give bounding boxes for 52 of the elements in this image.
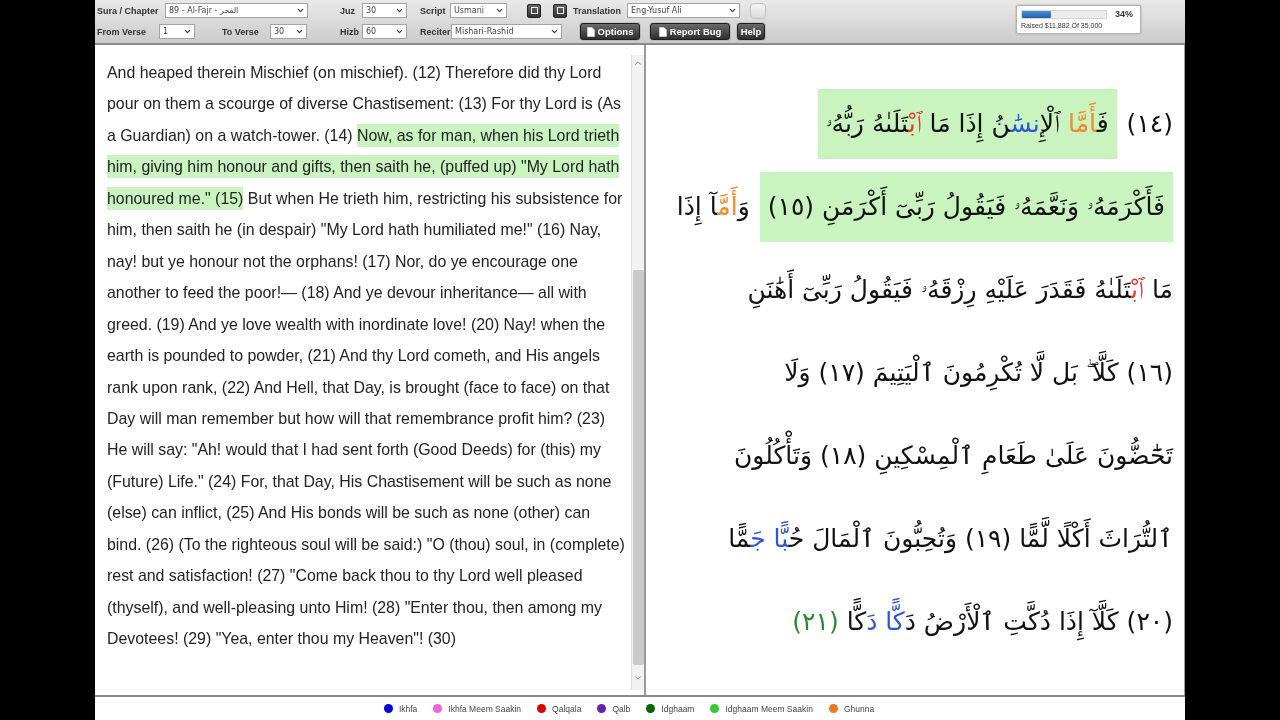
square-icon [556,7,564,14]
arabic-verse-line: تَحَٰٓضُّونَ عَلَىٰ طَعَامِ ٱلْمِسْكِينِ (١٨) وَتَأْكُلُونَ [733,421,1173,491]
toolbar-button[interactable]: Help [737,23,765,40]
legend-label: Ghunna [843,703,875,714]
field-label: Script [420,5,446,16]
field-label: From Verse [97,26,147,37]
toolbar-button[interactable]: Options [580,23,640,40]
toolbar-button[interactable]: Report Bug [650,23,730,40]
document-icon [658,26,667,37]
scrollbar-track[interactable] [631,55,644,690]
chevron-down-icon [395,27,404,36]
legend-label: Idghaam Meem Saakin [725,703,813,714]
legend-label: Qalb [612,703,631,714]
arabic-verse-line: (١٤) فَأَمَّا ٱلْإِنسَٰنُ إِذَا مَا ٱبْتَلَىٰهُ رَبُّهُۥ [817,89,1173,159]
dropdown[interactable]: 30 [270,24,307,39]
toolbar-button[interactable] [553,3,567,18]
field-label: Translation [573,5,621,16]
arabic-verse-line: فَأَكْرَمَهُۥ وَنَعَّمَهُۥ فَيَقُولُ رَبِّىٓ أَكْرَمَنِ (١٥) وَأَمَّآ إِذَا [676,172,1173,242]
legend-label: Ikhfa Meem Saakin [448,703,522,714]
scrollbar-thumb[interactable] [632,270,644,665]
toolbar-button[interactable] [527,3,541,18]
dropdown[interactable]: Mishari-Rashid [451,24,562,39]
dropdown[interactable]: 60 [362,24,407,39]
arabic-verse-line: ٱلتُّرَاثَ أَكْلًا لَّمًّا (١٩) وَتُحِبُّونَ ٱلْمَالَ حُبًّا جَمًّا [728,504,1173,574]
chevron-down-icon [395,6,404,15]
square-icon [530,7,538,14]
field-label: Sura / Chapter [97,5,159,16]
field-label: Reciter [420,26,451,37]
progress-percent: 34% [1115,9,1133,19]
chevron-down-icon [183,27,192,36]
document-icon [586,26,595,37]
arabic-verse-line: مَا ٱبْتَلَىٰهُ فَقَدَرَ عَلَيْهِ رِزْقَهُۥ فَيَقُولُ رَبِّىٓ أَهَٰنَنِ [747,255,1173,325]
legend-label: Qalqala [552,703,582,714]
field-label: Hizb [340,26,359,37]
dropdown[interactable]: 30 [362,3,407,18]
chevron-down-icon [296,6,305,15]
arabic-verse-line: (٢٠) كَلَّآ إِذَا دُكَّتِ ٱلْأَرْضُ دَكًّا دَكًّا (٢١) [792,587,1173,657]
chevron-down-icon [495,6,504,15]
field-label: Juz [340,5,355,16]
arabic-verse-line: (١٦) كَلَّا ۖ بَل لَّا تُكْرِمُونَ ٱلْيَتِيمَ (١٧) وَلَا [784,338,1173,408]
chevron-down-icon [295,27,304,36]
dropdown[interactable]: Usmani [450,3,507,18]
field-label: To Verse [222,26,259,37]
chevron-up-icon[interactable] [633,58,643,68]
translation-text: And heaped therein Mischief (on mischief). (12) Therefore did thy Lord pour on them a scourge of diverse Chastisement: (13) For thy Lord is (As a Guardian) on a watch-tower. (14) Now, as for man, when his Lord trieth him, giving him honour and gifts, then saith he, (puffed up) "My Lord hath honoured me." (15) But when He trieth him, restricting his subsistence for him, then saith he (in despair) "My Lord hath humiliated me!" (16) Nay, nay! but ye honour not the orphans! (17) Nor, do ye encourage one another to feed the poor!— (18) And ye devour inheritance— all with greed. (19) And ye love wealth with inordinate love! (20) Nay! when the earth is pounded to powder, (21) And thy Lord cometh, and His angels rank upon rank, (22) And Hell, that Day, is brought (face to face) on that Day will man remember but how will that remembrance profit him? (23) He will say: "Ah! would that I had sent forth (Good Deeds) for (this) my (Future) Life." (24) For, that Day, His Chastisement will be such as none (else) can inflict, (25) And His bonds will be such as none (other) can bind. (26) (To the righteous soul will be said:) "O (thou) soul, in (complete) rest and satisfaction! (27) "Come back thou to thy Lord well pleased (thyself), and well-pleasing unto Him! (28) "Enter thou, then among my Devotees! (29) "Yea, enter thou my Heaven"! (30) [106,63,625,650]
chevron-down-icon [728,6,737,15]
legend-label: Idghaam [661,703,695,714]
chevron-down-icon [550,27,559,36]
legend-label: Ikhfa [398,703,418,714]
dropdown[interactable]: Eng-Yusuf Ali [627,3,740,18]
dropdown[interactable]: 1 [159,24,195,39]
dropdown[interactable]: 89 - Al-Fajr - الفجر [165,3,308,18]
